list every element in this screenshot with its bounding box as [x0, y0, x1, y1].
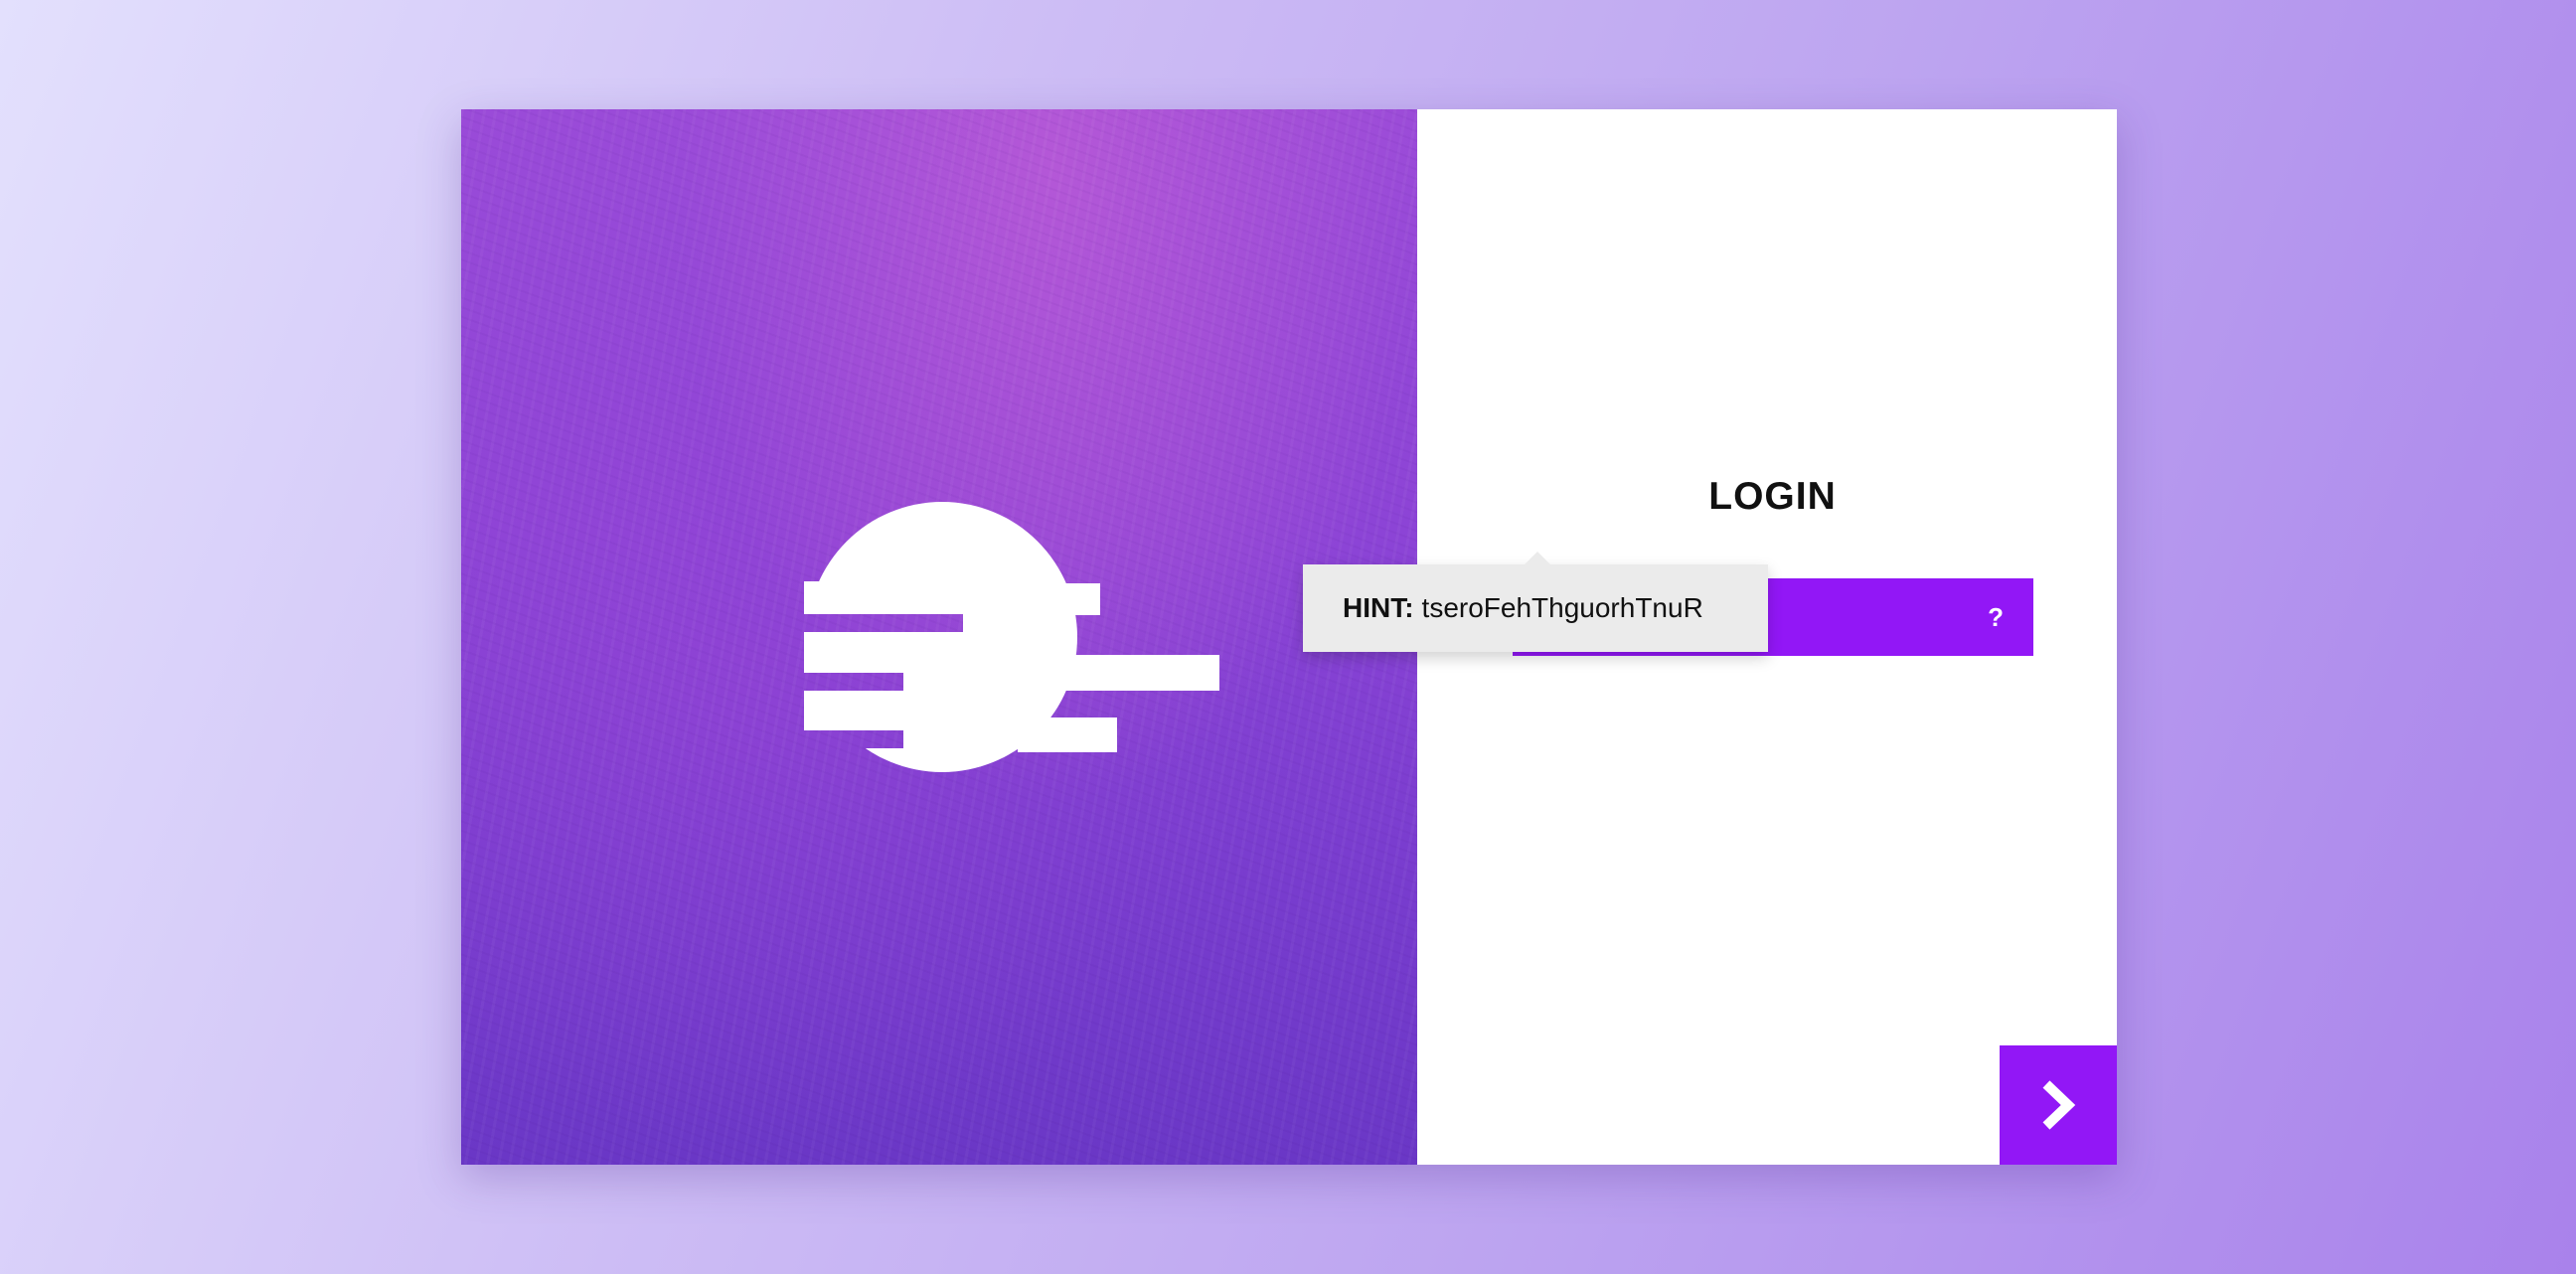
hint-label: HINT:	[1343, 592, 1414, 623]
next-button[interactable]	[2000, 1045, 2117, 1165]
login-card: LOGIN ?	[461, 109, 2117, 1165]
hint-tooltip: HINT: tseroFehThguorhTnuR	[1303, 552, 1768, 652]
logo-icon	[804, 502, 1219, 772]
page-title: LOGIN	[1708, 475, 1837, 518]
hint-text: tseroFehThguorhTnuR	[1421, 592, 1703, 623]
chevron-right-icon	[2042, 1080, 2076, 1130]
hint-toggle-button[interactable]: ?	[1988, 578, 2004, 656]
hero-image	[461, 109, 1417, 1165]
